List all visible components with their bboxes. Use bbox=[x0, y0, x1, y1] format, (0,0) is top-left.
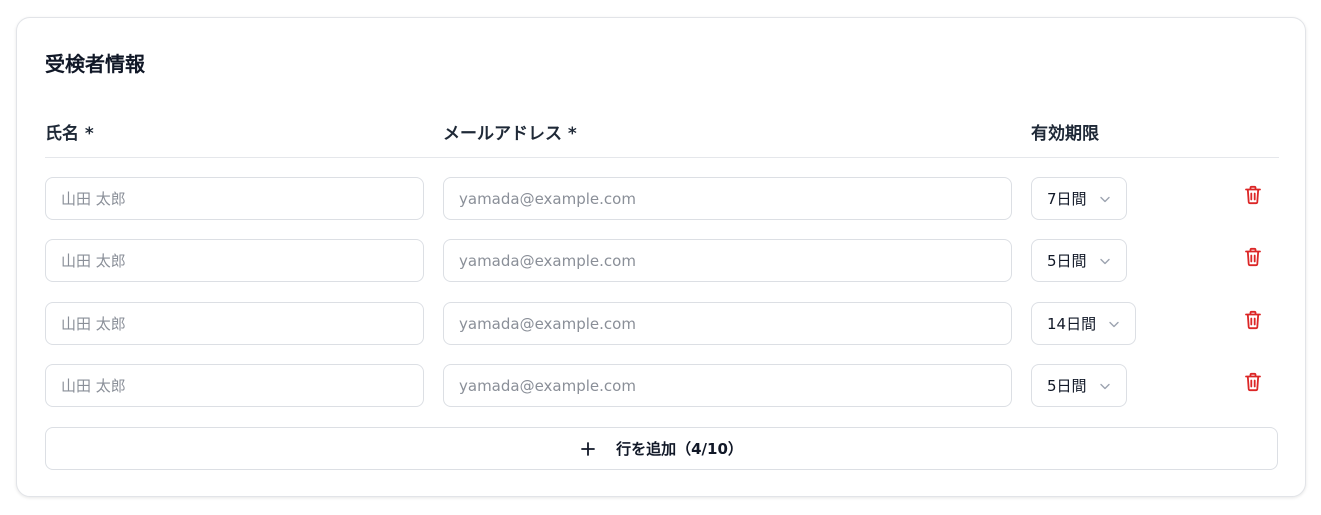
delete-row-button[interactable] bbox=[1243, 247, 1263, 271]
trash-icon bbox=[1244, 372, 1262, 396]
email-input[interactable] bbox=[443, 302, 1012, 345]
expiry-select[interactable]: 5日間 bbox=[1031, 364, 1127, 407]
recipient-row: 5日間 bbox=[17, 364, 1305, 408]
section-title: 受検者情報 bbox=[45, 52, 145, 76]
expiry-select[interactable]: 14日間 bbox=[1031, 302, 1137, 345]
expiry-select-value: 14日間 bbox=[1047, 315, 1097, 333]
email-input[interactable] bbox=[443, 239, 1012, 282]
expiry-select[interactable]: 7日間 bbox=[1031, 177, 1127, 220]
chevron-down-icon bbox=[1099, 380, 1111, 392]
email-input[interactable] bbox=[443, 364, 1012, 407]
recipient-info-card: 受検者情報 氏名 * メールアドレス * 有効期限 7日間 5日間 bbox=[16, 17, 1306, 497]
trash-icon bbox=[1244, 247, 1262, 271]
chevron-down-icon bbox=[1108, 318, 1120, 330]
plus-icon bbox=[580, 441, 596, 457]
column-header-email: メールアドレス * bbox=[443, 124, 577, 144]
expiry-select-value: 5日間 bbox=[1047, 252, 1087, 270]
name-input[interactable] bbox=[45, 177, 424, 220]
trash-icon bbox=[1244, 310, 1262, 334]
add-row-button[interactable]: 行を追加（4/10） bbox=[45, 427, 1278, 470]
email-input[interactable] bbox=[443, 177, 1012, 220]
name-input[interactable] bbox=[45, 364, 424, 407]
name-input[interactable] bbox=[45, 302, 424, 345]
chevron-down-icon bbox=[1099, 193, 1111, 205]
recipient-row: 14日間 bbox=[17, 302, 1305, 346]
column-header-expiry: 有効期限 bbox=[1031, 124, 1099, 144]
expiry-select-value: 7日間 bbox=[1047, 190, 1087, 208]
recipient-row: 5日間 bbox=[17, 239, 1305, 283]
expiry-select-value: 5日間 bbox=[1047, 377, 1087, 395]
column-header-name: 氏名 * bbox=[45, 124, 94, 144]
delete-row-button[interactable] bbox=[1243, 185, 1263, 209]
expiry-select[interactable]: 5日間 bbox=[1031, 239, 1127, 282]
delete-row-button[interactable] bbox=[1243, 310, 1263, 334]
recipient-row: 7日間 bbox=[17, 177, 1305, 221]
chevron-down-icon bbox=[1099, 255, 1111, 267]
delete-row-button[interactable] bbox=[1243, 372, 1263, 396]
trash-icon bbox=[1244, 185, 1262, 209]
header-divider bbox=[45, 157, 1279, 158]
add-row-label: 行を追加（4/10） bbox=[616, 440, 743, 458]
name-input[interactable] bbox=[45, 239, 424, 282]
